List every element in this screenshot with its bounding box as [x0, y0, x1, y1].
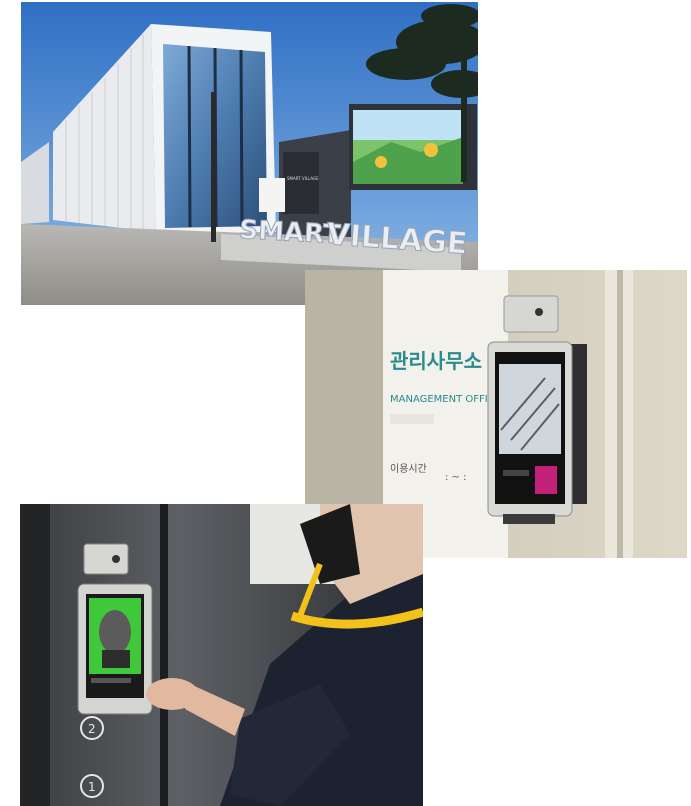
hours-value: : ~ :	[445, 472, 466, 483]
elevator-kiosk-photo: 2 1	[20, 504, 423, 806]
smart-village-building-photo: SMART VILLAGE SMART VILLAGE	[21, 2, 478, 305]
floor-button-2-label: 2	[88, 722, 96, 736]
info-board-text: SMART VILLAGE	[287, 176, 319, 181]
thermal-preview	[535, 466, 557, 494]
hours-label: 이용시간	[390, 463, 427, 475]
office-name-korean: 관리사무소	[390, 349, 482, 373]
kiosk-camera-module	[83, 543, 129, 575]
office-name-english: MANAGEMENT OFFI	[390, 394, 488, 405]
street-lamp	[211, 92, 216, 242]
info-board	[259, 178, 285, 212]
kiosk-camera-module	[503, 295, 559, 333]
floor-button-1-label: 1	[88, 780, 96, 794]
